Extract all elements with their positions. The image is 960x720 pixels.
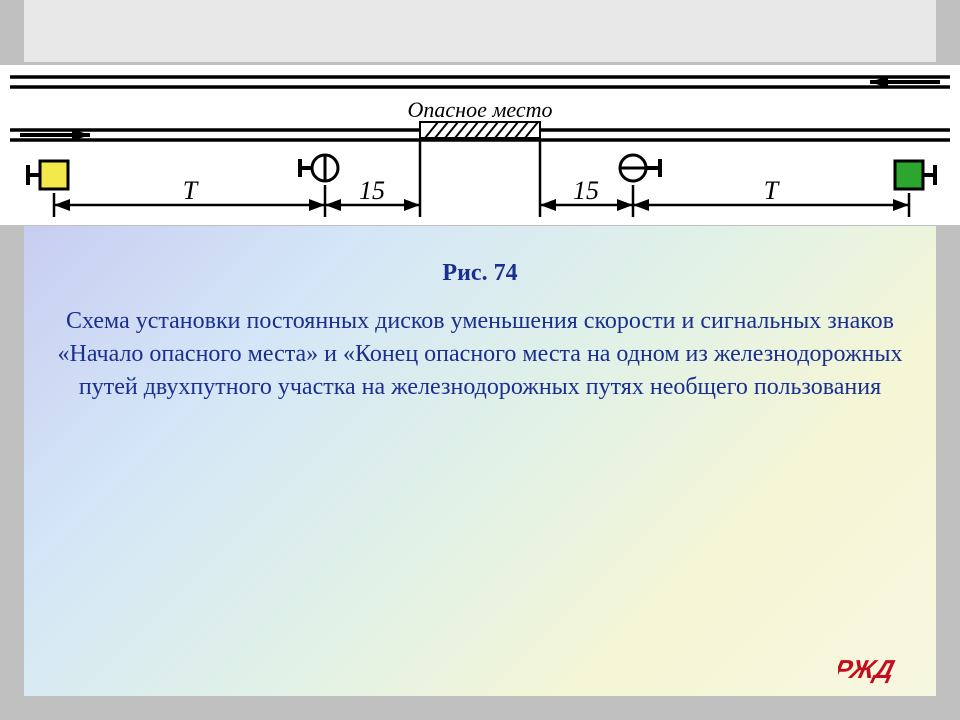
yellow-square-icon [40,161,68,189]
header-bar [24,0,936,62]
yellow-signal [28,161,68,189]
content-panel: Рис. 74 Схема установки постоянных диско… [24,226,936,696]
begin-sign-icon [300,155,338,181]
green-square-icon [895,161,923,189]
diagram-svg: Опасное место [0,65,960,227]
svg-text:РЖД: РЖД [838,656,898,684]
diagram: Опасное место [0,65,960,225]
dim-right-T: Т [633,176,909,211]
dim-left-T: Т [54,176,325,211]
green-signal [895,161,935,189]
figure-description: Схема установки постоянных дисков уменьш… [52,305,908,404]
svg-text:15: 15 [359,176,385,205]
svg-text:Т: Т [183,176,199,205]
svg-text:15: 15 [573,176,599,205]
dim-left-15: 15 [325,176,420,211]
end-sign-icon [620,155,660,181]
slide: Опасное место [0,0,960,720]
dim-right-15: 15 [540,176,633,211]
rzd-logo-icon: РЖД [838,656,916,684]
svg-text:Т: Т [764,176,780,205]
figure-number: Рис. 74 [24,260,936,287]
danger-zone-hatch [420,122,540,138]
danger-label: Опасное место [408,97,553,122]
